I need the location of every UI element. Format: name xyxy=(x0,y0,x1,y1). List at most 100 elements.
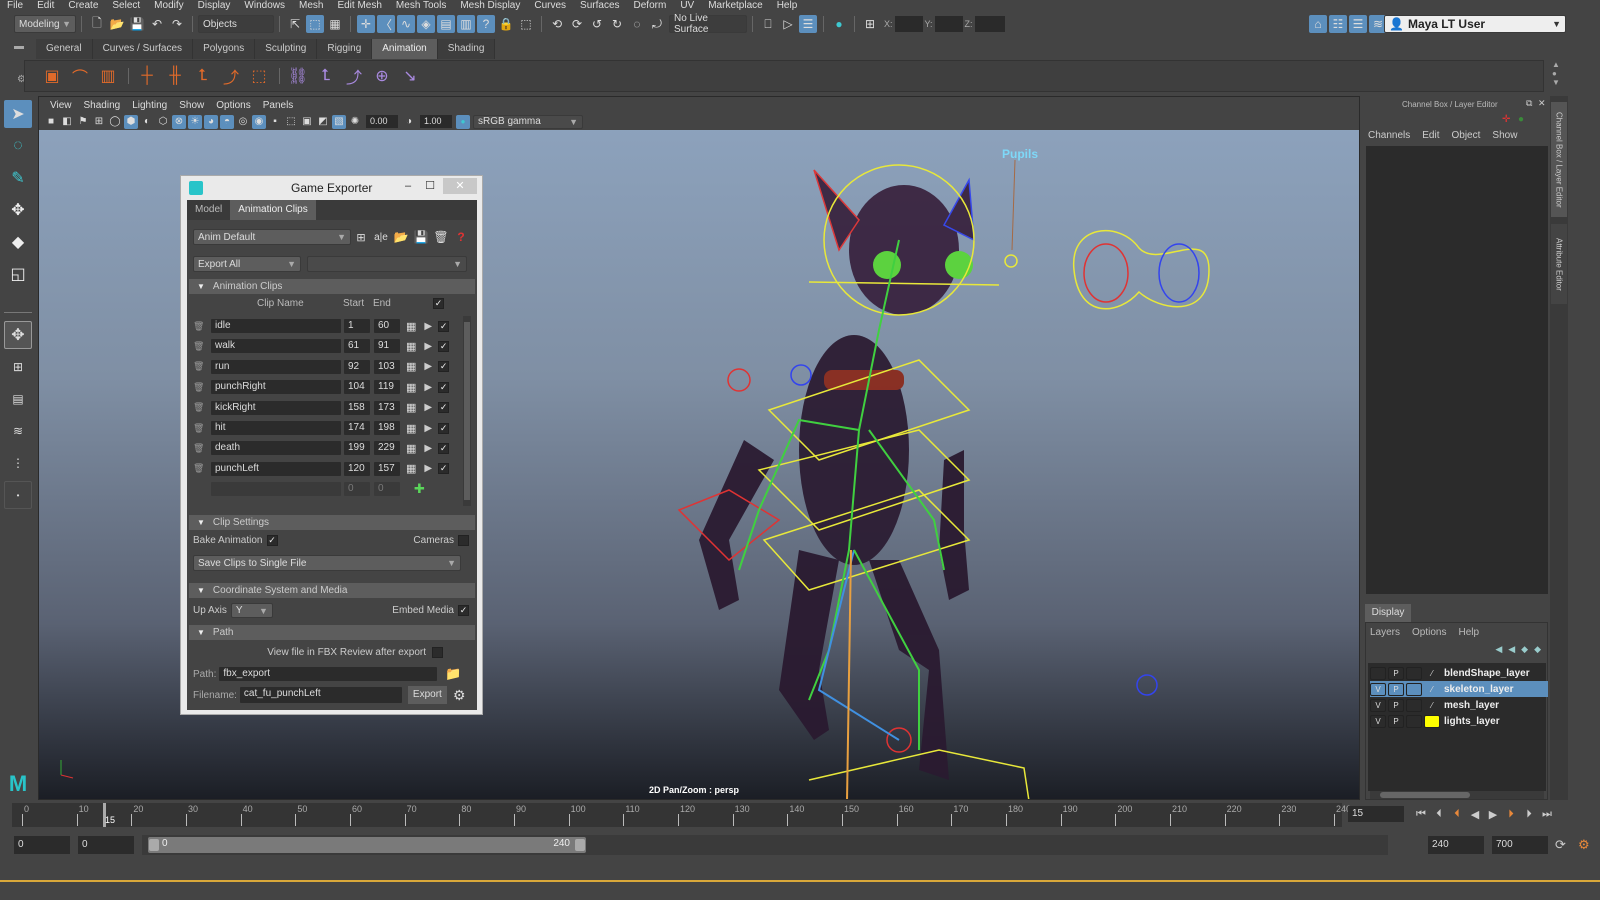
up-axis-dropdown[interactable]: Y ▼ xyxy=(230,603,273,618)
point-constraint-icon[interactable]: ⮤ xyxy=(313,63,339,89)
clip-name-field[interactable]: run xyxy=(211,359,341,374)
layer-row-blendshape-layer[interactable]: P ⁄ blendShape_layer xyxy=(1370,665,1548,681)
set-range-from-timeline-icon[interactable]: ▦ xyxy=(406,442,416,455)
clip-end-field[interactable]: 229 xyxy=(374,441,400,456)
camera-attributes-icon[interactable]: ◧ xyxy=(60,115,74,129)
x-field[interactable] xyxy=(894,16,923,32)
go-to-end-icon[interactable]: ⏭ xyxy=(1538,805,1556,823)
close-panel-icon[interactable]: ✕ xyxy=(1538,98,1546,109)
clip-export-checkbox[interactable]: ✓ xyxy=(438,422,450,434)
range-start-handle[interactable] xyxy=(149,839,159,851)
move-tool-icon[interactable]: ✥ xyxy=(4,196,32,224)
snap-curve-icon[interactable]: 〈 xyxy=(377,15,395,33)
layer-playback-toggle[interactable]: P xyxy=(1388,698,1404,712)
clip-start-field[interactable]: 104 xyxy=(344,380,370,395)
gamma-icon[interactable]: ◑ xyxy=(402,115,416,129)
layers-hscrollbar[interactable] xyxy=(1370,791,1544,799)
clip-end-field[interactable]: 173 xyxy=(374,400,400,415)
redo-icon[interactable]: ↷ xyxy=(168,15,186,33)
loop-toggle-icon[interactable]: ⟳ xyxy=(1555,837,1566,853)
color-management-icon[interactable]: ● xyxy=(456,114,470,129)
history-icon[interactable]: ⟲ xyxy=(548,15,566,33)
layer-name[interactable]: skeleton_layer xyxy=(1444,684,1514,695)
menu-edit[interactable]: Edit xyxy=(30,0,61,12)
shelf-tab-polygons[interactable]: Polygons xyxy=(193,39,256,59)
pole-vector-icon[interactable]: ↘ xyxy=(397,63,423,89)
construction-history-icon[interactable]: ⟳ xyxy=(568,15,586,33)
clip-start-field[interactable]: 199 xyxy=(344,441,370,456)
image-plane-icon[interactable]: ⊞ xyxy=(92,115,106,129)
rename-preset-icon[interactable]: a|e xyxy=(372,228,390,246)
set-range-from-timeline-icon[interactable]: ▦ xyxy=(406,340,416,353)
set-range-from-timeline-icon[interactable]: ▦ xyxy=(406,381,416,394)
key-scale-icon[interactable]: ⬚ xyxy=(246,63,272,89)
step-back-key-icon[interactable]: ⏴ xyxy=(1448,805,1466,823)
textured-icon[interactable]: ⊗ xyxy=(172,114,186,129)
delete-clip-icon[interactable]: 🗑 xyxy=(193,402,209,413)
delete-clip-icon[interactable]: 🗑 xyxy=(193,382,209,393)
snap-view-plane-icon[interactable]: ◈ xyxy=(417,15,435,33)
tab-animation-clips[interactable]: Animation Clips xyxy=(230,200,316,220)
set-range-from-timeline-icon[interactable]: ▦ xyxy=(406,462,416,475)
clip-name-field[interactable]: idle xyxy=(211,319,341,333)
save-scene-icon[interactable]: 💾 xyxy=(128,15,146,33)
clip-name-field[interactable]: punchLeft xyxy=(211,461,341,476)
layer-name[interactable]: mesh_layer xyxy=(1444,700,1499,711)
playblast-icon[interactable]: ▣ xyxy=(39,63,65,89)
preset-dropdown[interactable]: Anim Default ▼ xyxy=(193,229,351,245)
live-surface-field[interactable]: No Live Surface xyxy=(669,13,747,35)
layer-row-mesh-layer[interactable]: V P ⁄ mesh_layer xyxy=(1370,697,1548,713)
select-hierarchy-icon[interactable]: ⇱ xyxy=(286,15,304,33)
auto-key-preferences-icon[interactable]: ⚙ xyxy=(1578,837,1590,853)
range-end-handle[interactable] xyxy=(575,839,585,851)
parent-constraint-icon[interactable]: ⛓ xyxy=(285,63,311,89)
viewport-menu-shading[interactable]: Shading xyxy=(78,100,127,111)
sync-icon[interactable]: ● xyxy=(1518,114,1524,125)
input-ops-icon[interactable]: ↺ xyxy=(588,15,606,33)
rotate-tool-icon[interactable]: ◆ xyxy=(4,228,32,256)
hypershade-layout-icon[interactable]: ⋮ xyxy=(4,449,32,477)
shelf-tab-general[interactable]: General xyxy=(36,39,93,59)
play-clip-icon[interactable]: ▶ xyxy=(424,321,432,332)
time-slider-track[interactable]: 0 10 20 30 40 50 60 70 80 90 100 110 120 130 140 150 160… xyxy=(12,803,1351,827)
fbx-review-checkbox[interactable] xyxy=(432,647,443,658)
lasso-tool-icon[interactable]: ◌ xyxy=(4,132,32,160)
clip-start-field[interactable]: 120 xyxy=(344,461,370,476)
delete-clip-icon[interactable]: 🗑 xyxy=(193,423,209,434)
shelf-tab-curves-surfaces[interactable]: Curves / Surfaces xyxy=(92,39,194,59)
export-button[interactable]: Export xyxy=(407,686,447,704)
play-backwards-icon[interactable]: ◀ xyxy=(1466,805,1484,823)
clip-export-checkbox[interactable]: ✓ xyxy=(438,463,450,475)
minimize-button[interactable]: – xyxy=(397,178,419,194)
clip-export-checkbox[interactable]: ✓ xyxy=(438,381,450,393)
go-to-start-icon[interactable]: ⏮ xyxy=(1412,805,1430,823)
selection-mask-dropdown[interactable]: Objects xyxy=(198,15,274,33)
clip-start-field[interactable]: 92 xyxy=(344,359,370,374)
color-space-dropdown[interactable]: sRGB gamma ▼ xyxy=(473,114,583,129)
select-all-checkbox[interactable]: ✓ xyxy=(433,298,444,309)
menu-edit-mesh[interactable]: Edit Mesh xyxy=(330,0,388,12)
aa-icon[interactable]: ◉ xyxy=(252,114,266,129)
current-frame-field[interactable]: 15 xyxy=(1348,806,1404,822)
export-set-dropdown[interactable]: ▼ xyxy=(307,256,467,272)
shelf-tab-sculpting[interactable]: Sculpting xyxy=(255,39,318,59)
layer-color-swatch[interactable]: ⁄ xyxy=(1424,667,1440,680)
clip-start-field[interactable]: 61 xyxy=(344,339,370,354)
layer-color-swatch[interactable]: ⁄ xyxy=(1424,683,1440,696)
step-forward-frame-icon[interactable]: ⏵ xyxy=(1520,805,1538,823)
delete-clip-icon[interactable]: 🗑 xyxy=(193,321,209,332)
viewport-menu-show[interactable]: Show xyxy=(173,100,210,111)
menu-mesh-tools[interactable]: Mesh Tools xyxy=(389,0,453,12)
render-settings-icon[interactable]: ☰ xyxy=(799,15,817,33)
clip-start-field[interactable]: 174 xyxy=(344,421,370,435)
clip-name-field[interactable]: walk xyxy=(211,339,341,354)
xray-active-icon[interactable]: ◩ xyxy=(316,115,330,129)
menu-modify[interactable]: Modify xyxy=(147,0,190,12)
new-preset-icon[interactable]: ⊞ xyxy=(352,228,370,246)
outliner-layout-icon[interactable]: ▤ xyxy=(4,385,32,413)
clip-export-checkbox[interactable]: ✓ xyxy=(438,340,450,352)
shadows-icon[interactable]: ◕ xyxy=(204,114,218,129)
menu-marketplace[interactable]: Marketplace xyxy=(701,0,769,12)
select-component-icon[interactable]: ▦ xyxy=(326,15,344,33)
exposure-field[interactable]: 0.00 xyxy=(366,115,398,128)
